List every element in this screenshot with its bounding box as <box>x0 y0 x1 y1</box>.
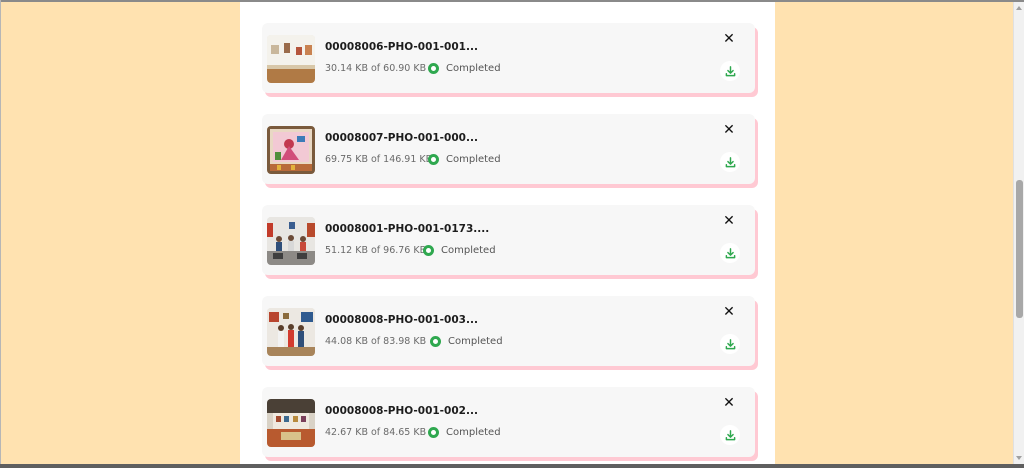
close-button[interactable]: ✕ <box>721 122 737 138</box>
close-icon: ✕ <box>723 395 735 411</box>
thumbnail-image <box>267 217 315 265</box>
status-text: Completed <box>446 153 501 165</box>
file-size-progress: 42.67 KB of 84.65 KB <box>325 427 427 438</box>
file-name: 00008001-PHO-001-0173.... <box>325 223 490 235</box>
download-item: 00008001-PHO-001-0173.... 51.12 KB of 96… <box>262 205 755 275</box>
check-circle-icon <box>428 153 439 165</box>
download-icon <box>725 429 735 440</box>
close-button[interactable]: ✕ <box>721 31 737 47</box>
thumbnail-image <box>267 126 315 174</box>
downloads-panel: 00008006-PHO-001-001... 30.14 KB of 60.9… <box>240 2 775 464</box>
vertical-scrollbar[interactable] <box>1013 2 1024 464</box>
download-icon <box>725 156 735 167</box>
download-button[interactable] <box>720 334 740 354</box>
download-button[interactable] <box>720 243 740 263</box>
status-badge: Completed <box>428 61 501 75</box>
file-size-progress: 30.14 KB of 60.90 KB <box>325 63 427 74</box>
file-size-progress: 69.75 KB of 146.91 KB <box>325 154 433 165</box>
window-left-border <box>0 0 1 468</box>
file-size-progress: 51.12 KB of 96.76 KB <box>325 245 427 256</box>
download-button[interactable] <box>720 61 740 81</box>
download-icon <box>725 247 735 258</box>
download-button[interactable] <box>720 152 740 172</box>
scrollbar-thumb[interactable] <box>1016 180 1023 318</box>
thumbnail-image <box>267 399 315 447</box>
download-icon <box>725 338 735 349</box>
check-circle-icon <box>428 62 439 74</box>
status-text: Completed <box>446 426 501 438</box>
file-name: 00008008-PHO-001-003... <box>325 314 478 326</box>
window-bottom-border <box>0 464 1024 468</box>
close-button[interactable]: ✕ <box>721 304 737 320</box>
close-button[interactable]: ✕ <box>721 395 737 411</box>
download-item: 00008008-PHO-001-003... 44.08 KB of 83.9… <box>262 296 755 366</box>
status-badge: Completed <box>423 243 496 257</box>
close-button[interactable]: ✕ <box>721 213 737 229</box>
close-icon: ✕ <box>723 31 735 47</box>
file-size-progress: 44.08 KB of 83.98 KB <box>325 336 427 347</box>
download-item: 00008008-PHO-001-002... 42.67 KB of 84.6… <box>262 387 755 457</box>
download-button[interactable] <box>720 425 740 445</box>
close-icon: ✕ <box>723 122 735 138</box>
check-circle-icon <box>423 244 434 256</box>
thumbnail-image <box>267 308 315 356</box>
status-text: Completed <box>448 335 503 347</box>
download-item: 00008006-PHO-001-001... 30.14 KB of 60.9… <box>262 23 755 93</box>
check-circle-icon <box>428 426 439 438</box>
file-name: 00008008-PHO-001-002... <box>325 405 478 417</box>
status-badge: Completed <box>430 334 503 348</box>
status-text: Completed <box>441 244 496 256</box>
status-text: Completed <box>446 62 501 74</box>
download-icon <box>725 65 735 76</box>
download-item: 00008007-PHO-001-000... 69.75 KB of 146.… <box>262 114 755 184</box>
close-icon: ✕ <box>723 304 735 320</box>
file-name: 00008006-PHO-001-001... <box>325 41 478 53</box>
scroll-up-arrow-icon[interactable] <box>1016 6 1022 10</box>
close-icon: ✕ <box>723 213 735 229</box>
status-badge: Completed <box>428 152 501 166</box>
check-circle-icon <box>430 335 441 347</box>
status-badge: Completed <box>428 425 501 439</box>
file-name: 00008007-PHO-001-000... <box>325 132 478 144</box>
scroll-down-arrow-icon[interactable] <box>1016 456 1022 460</box>
thumbnail-image <box>267 35 315 83</box>
